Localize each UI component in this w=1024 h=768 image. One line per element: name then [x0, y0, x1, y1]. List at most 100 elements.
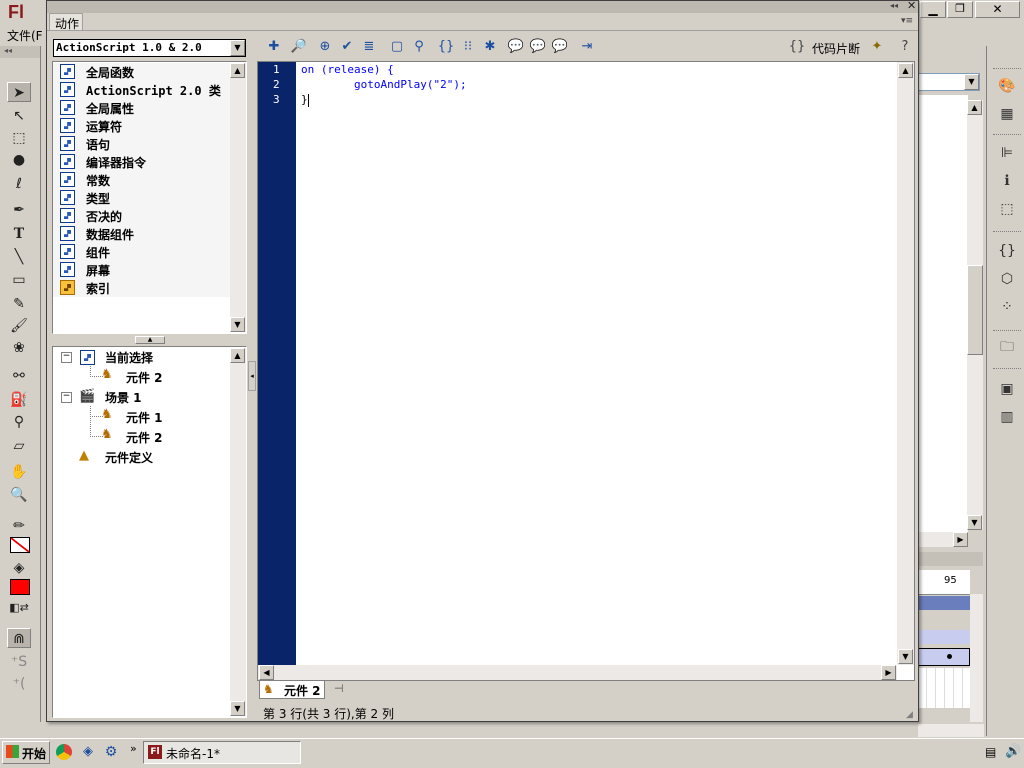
- line-tool-icon[interactable]: ╲: [7, 247, 31, 267]
- scroll-down-icon[interactable]: ▼: [230, 701, 245, 716]
- book-types[interactable]: 类型: [53, 189, 229, 207]
- debug-options-icon[interactable]: ⚲: [409, 38, 429, 56]
- menu-file[interactable]: 文件(F: [7, 27, 43, 44]
- tree-symbol-definitions[interactable]: 元件定义: [105, 449, 153, 466]
- scroll-thumb[interactable]: [967, 265, 983, 355]
- stroke-color-icon[interactable]: ✏: [7, 516, 31, 536]
- fill-color-icon[interactable]: ◈: [7, 558, 31, 578]
- free-transform-tool-icon[interactable]: ⬚: [7, 128, 31, 148]
- add-statement-icon[interactable]: ✚: [264, 38, 284, 56]
- book-as2-classes[interactable]: ActionScript 2.0 类: [53, 81, 229, 99]
- script-assist-wand-icon[interactable]: ✦: [867, 38, 887, 56]
- project-panel-icon[interactable]: 🗀: [997, 338, 1017, 356]
- color-panel-icon[interactable]: 🎨: [997, 77, 1017, 95]
- straighten-icon[interactable]: ⁺(: [7, 674, 31, 694]
- fill-color-swatch[interactable]: [10, 579, 30, 595]
- selection-tool-icon[interactable]: ➤: [7, 82, 31, 102]
- stage-vertical-scrollbar[interactable]: ▲ ▼: [967, 100, 983, 530]
- align-panel-icon[interactable]: ⊫: [997, 144, 1017, 162]
- insert-target-path-icon[interactable]: ⊕: [315, 38, 335, 56]
- find-icon[interactable]: 🔎: [289, 38, 309, 56]
- auto-format-icon[interactable]: ≣: [359, 38, 379, 56]
- editor-vertical-scrollbar[interactable]: ▲ ▼: [897, 62, 914, 665]
- scroll-down-icon[interactable]: ▼: [898, 649, 913, 664]
- quick-launch-chrome-icon[interactable]: [56, 744, 72, 760]
- script-tab[interactable]: ♞ 元件 2: [259, 681, 325, 699]
- pin-script-icon[interactable]: ⊣: [334, 682, 344, 695]
- quick-launch-settings-icon[interactable]: ⚙: [103, 744, 119, 760]
- hand-tool-icon[interactable]: ✋: [7, 462, 31, 482]
- timeline-scrollbar[interactable]: [970, 594, 983, 722]
- scroll-right-icon[interactable]: ▶: [881, 665, 896, 680]
- apply-line-comment-icon[interactable]: 💬: [528, 38, 548, 56]
- components-panel-icon[interactable]: ⬡: [997, 270, 1017, 288]
- book-operators[interactable]: 运算符: [53, 117, 229, 135]
- stage-horizontal-scrollbar[interactable]: ▶: [918, 532, 968, 547]
- smooth-icon[interactable]: ⁺S: [7, 652, 31, 672]
- property-dropdown[interactable]: ▼: [918, 73, 980, 91]
- book-constants[interactable]: 常数: [53, 171, 229, 189]
- tree-scene[interactable]: 场景 1: [105, 389, 142, 406]
- lasso-tool-icon[interactable]: ℓ: [7, 174, 31, 194]
- info-panel-icon[interactable]: ℹ: [997, 172, 1017, 190]
- 3d-rotation-tool-icon[interactable]: ●: [7, 150, 31, 170]
- actions-panel-titlebar[interactable]: [47, 1, 918, 13]
- remove-comment-icon[interactable]: 💬: [550, 38, 570, 56]
- tree-scene-child-1[interactable]: 元件 1: [126, 409, 163, 426]
- movie-explorer-icon[interactable]: ▥: [997, 408, 1017, 426]
- editor-horizontal-scrollbar[interactable]: ◀ ▶: [258, 665, 897, 680]
- tree-toggle-current[interactable]: −: [61, 352, 72, 363]
- eraser-tool-icon[interactable]: ▱: [7, 436, 31, 456]
- version-select[interactable]: ActionScript 1.0 & 2.0 ▼: [53, 39, 246, 57]
- tree-toggle-scene[interactable]: −: [61, 392, 72, 403]
- scroll-up-icon[interactable]: ▲: [967, 100, 982, 115]
- brush-tool-icon[interactable]: 🖌: [7, 316, 31, 336]
- bone-tool-icon[interactable]: ⚯: [7, 366, 31, 386]
- start-button[interactable]: 开始: [2, 741, 50, 764]
- collapse-selection-icon[interactable]: ⁝⁝: [458, 38, 478, 56]
- code-line[interactable]: on (release) {: [301, 63, 394, 76]
- tray-network-icon[interactable]: ▤: [985, 745, 996, 759]
- book-index[interactable]: 索引: [53, 279, 229, 297]
- quick-launch-explorer-icon[interactable]: ◈: [80, 744, 96, 760]
- expand-all-icon[interactable]: ✱: [480, 38, 500, 56]
- timeline-layer-row[interactable]: [918, 630, 970, 644]
- show-code-hint-icon[interactable]: ▢: [387, 38, 407, 56]
- book-screens[interactable]: 屏幕: [53, 261, 229, 279]
- close-app-button[interactable]: ✕: [975, 1, 1020, 18]
- code-line[interactable]: }: [301, 93, 308, 106]
- resize-grip-icon[interactable]: ◢: [906, 710, 913, 720]
- subselection-tool-icon[interactable]: ↖: [7, 106, 31, 126]
- panel-menu-icon[interactable]: ▾≡: [901, 16, 913, 26]
- timeline-tween-row[interactable]: [918, 648, 970, 666]
- help-icon[interactable]: ?: [895, 38, 915, 56]
- collapse-panel-icon[interactable]: ◂◂: [890, 1, 898, 10]
- check-syntax-icon[interactable]: ✔: [337, 38, 357, 56]
- zoom-tool-icon[interactable]: 🔍: [7, 485, 31, 505]
- book-global-functions[interactable]: 全局函数: [53, 63, 229, 81]
- swatches-panel-icon[interactable]: ▦: [997, 105, 1017, 123]
- code-editor[interactable]: 1 2 3 on (release) { gotoAndPlay("2"); }…: [257, 61, 915, 681]
- scroll-up-icon[interactable]: ▲: [230, 348, 245, 363]
- tree-scene-child-2[interactable]: 元件 2: [126, 429, 163, 446]
- quick-launch-more-icon[interactable]: »: [130, 742, 137, 755]
- eyedropper-tool-icon[interactable]: ⚲: [7, 412, 31, 432]
- code-snippets-label[interactable]: 代码片断: [812, 40, 860, 57]
- deco-tool-icon[interactable]: ❀: [7, 338, 31, 358]
- taskbar-task-flash[interactable]: Fl 未命名-1*: [143, 741, 301, 764]
- paint-bucket-tool-icon[interactable]: ⛽: [7, 390, 31, 410]
- apply-block-comment-icon[interactable]: 💬: [506, 38, 526, 56]
- navigator-scrollbar[interactable]: ▲ ▼: [230, 348, 246, 716]
- minimize-button[interactable]: ▁: [920, 1, 946, 18]
- book-compiler-directives[interactable]: 编译器指令: [53, 153, 229, 171]
- scroll-right-icon[interactable]: ▶: [953, 532, 968, 547]
- code-line[interactable]: gotoAndPlay("2");: [301, 78, 467, 91]
- scroll-up-icon[interactable]: ▲: [230, 63, 245, 78]
- app-horizontal-scrollbar[interactable]: [918, 724, 984, 737]
- collapse-braces-icon[interactable]: {}: [436, 38, 456, 56]
- stroke-color-swatch[interactable]: [10, 537, 30, 553]
- book-global-properties[interactable]: 全局属性: [53, 99, 229, 117]
- scroll-down-icon[interactable]: ▼: [230, 317, 245, 332]
- snap-magnet-icon[interactable]: ⋒: [7, 628, 31, 648]
- transform-panel-icon[interactable]: ⬚: [997, 200, 1017, 218]
